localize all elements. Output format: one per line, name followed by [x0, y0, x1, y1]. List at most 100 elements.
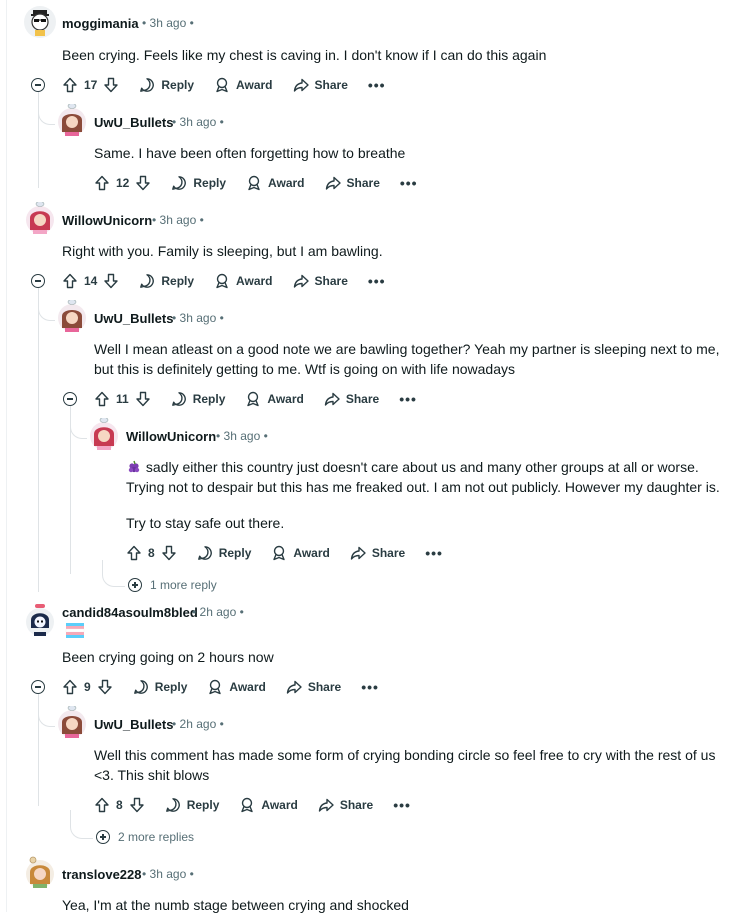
collapse-thread-button[interactable]	[31, 680, 45, 694]
avatar[interactable]	[56, 103, 88, 136]
separator-dot: •	[199, 213, 204, 227]
comment-username[interactable]: moggimania	[62, 16, 139, 31]
reply-button[interactable]: Reply	[139, 77, 194, 93]
award-icon	[241, 797, 254, 813]
award-button[interactable]: Award	[214, 77, 273, 93]
comment-actions: 8 Reply Award Share •••	[126, 541, 463, 565]
award-button[interactable]: Award	[207, 679, 266, 695]
award-button[interactable]: Award	[214, 273, 273, 289]
reply-icon	[165, 798, 180, 812]
downvote-icon[interactable]	[103, 77, 119, 93]
vote-count: 8	[116, 798, 123, 812]
comment-timestamp: • 3h ago •	[142, 867, 194, 881]
reply-label: Reply	[161, 274, 195, 288]
reply-label: Reply	[218, 546, 252, 560]
upvote-icon[interactable]	[62, 77, 78, 93]
comment-body-text: sadly either this country just doesn't c…	[126, 459, 720, 495]
comment-username[interactable]: candid84asoulm8bled	[62, 605, 198, 620]
collapse-thread-button[interactable]	[63, 392, 77, 406]
more-options-button[interactable]: •••	[400, 176, 418, 190]
upvote-icon[interactable]	[62, 273, 78, 289]
award-button[interactable]: Award	[246, 175, 305, 191]
reply-button[interactable]: Reply	[171, 175, 226, 191]
avatar[interactable]	[88, 417, 120, 450]
share-button[interactable]: Share	[324, 391, 379, 407]
award-button[interactable]: Award	[271, 545, 330, 561]
avatar[interactable]	[24, 6, 56, 38]
more-options-button[interactable]: •••	[361, 680, 379, 694]
share-button[interactable]: Share	[293, 273, 348, 289]
share-button[interactable]: Share	[325, 175, 380, 191]
reply-button[interactable]: Reply	[197, 545, 252, 561]
reply-button[interactable]: Reply	[171, 391, 225, 407]
comment-username[interactable]: UwU_Bullets	[94, 311, 173, 326]
comment-username[interactable]: UwU_Bullets	[94, 717, 173, 732]
avatar[interactable]	[56, 705, 88, 738]
more-options-button[interactable]: •••	[425, 546, 443, 560]
share-label: Share	[307, 680, 342, 694]
comment-timestamp: • 3h ago •	[142, 16, 194, 30]
downvote-icon[interactable]	[135, 175, 151, 191]
downvote-icon[interactable]	[135, 391, 151, 407]
separator-dot: •	[219, 115, 224, 129]
award-button[interactable]: Award	[245, 391, 304, 407]
share-button[interactable]: Share	[318, 797, 373, 813]
collapse-thread-button[interactable]	[31, 78, 45, 92]
avatar[interactable]	[24, 604, 56, 636]
reply-button[interactable]: Reply	[133, 679, 188, 695]
avatar-candid-icon	[26, 604, 54, 636]
separator-dot: •	[142, 867, 147, 881]
award-button[interactable]: Award	[239, 797, 298, 813]
more-replies-link[interactable]: 1 more reply	[128, 578, 217, 592]
downvote-icon[interactable]	[97, 679, 113, 695]
upvote-icon[interactable]	[94, 391, 110, 407]
more-options-button[interactable]: •••	[399, 392, 417, 406]
upvote-icon[interactable]	[62, 679, 78, 695]
reply-icon	[133, 680, 148, 694]
upvote-icon[interactable]	[94, 797, 110, 813]
separator-dot: •	[189, 16, 194, 30]
downvote-icon[interactable]	[103, 273, 119, 289]
share-button[interactable]: Share	[293, 77, 348, 93]
avatar-willowunicorn-icon	[26, 201, 54, 234]
reply-label: Reply	[193, 176, 227, 190]
vote-count: 12	[116, 176, 130, 190]
share-button[interactable]: Share	[286, 679, 341, 695]
comment-timestamp: • 3h ago •	[152, 213, 204, 227]
comment-body: Been crying going on 2 hours now	[62, 649, 274, 665]
more-replies-link[interactable]: 2 more replies	[96, 830, 194, 844]
upvote-icon[interactable]	[126, 545, 142, 561]
more-options-button[interactable]: •••	[368, 274, 386, 288]
reply-label: Reply	[154, 680, 188, 694]
upvote-icon[interactable]	[94, 175, 110, 191]
avatar[interactable]	[24, 856, 56, 888]
share-label: Share	[314, 274, 348, 288]
time-label: 3h ago	[159, 213, 197, 227]
grape-emoji-icon	[128, 460, 140, 473]
separator-dot: •	[172, 115, 177, 129]
comment-actions: 12 Reply Award Share •••	[94, 171, 438, 195]
award-label: Award	[236, 274, 273, 288]
comment-username[interactable]: WillowUnicorn	[126, 429, 216, 444]
downvote-icon[interactable]	[161, 545, 177, 561]
separator-dot: •	[239, 605, 244, 619]
share-button[interactable]: Share	[350, 545, 405, 561]
separator-dot: •	[172, 717, 177, 731]
collapse-thread-button[interactable]	[31, 274, 45, 288]
avatar[interactable]	[24, 201, 56, 234]
share-icon	[293, 274, 309, 288]
more-options-button[interactable]: •••	[368, 78, 386, 92]
comment-username[interactable]: translove228	[62, 867, 142, 882]
comment-username[interactable]: UwU_Bullets	[94, 115, 173, 130]
vote-control: 8	[126, 545, 177, 561]
more-options-button[interactable]: •••	[393, 798, 411, 812]
downvote-icon[interactable]	[129, 797, 145, 813]
comment-username[interactable]: WillowUnicorn	[62, 213, 152, 228]
reply-button[interactable]: Reply	[139, 273, 194, 289]
separator-dot: •	[219, 717, 224, 731]
vote-count: 17	[84, 78, 98, 92]
comment-body: Well this comment has made some form of …	[94, 747, 716, 783]
award-icon	[216, 273, 228, 289]
reply-button[interactable]: Reply	[165, 797, 219, 813]
avatar[interactable]	[56, 299, 88, 332]
